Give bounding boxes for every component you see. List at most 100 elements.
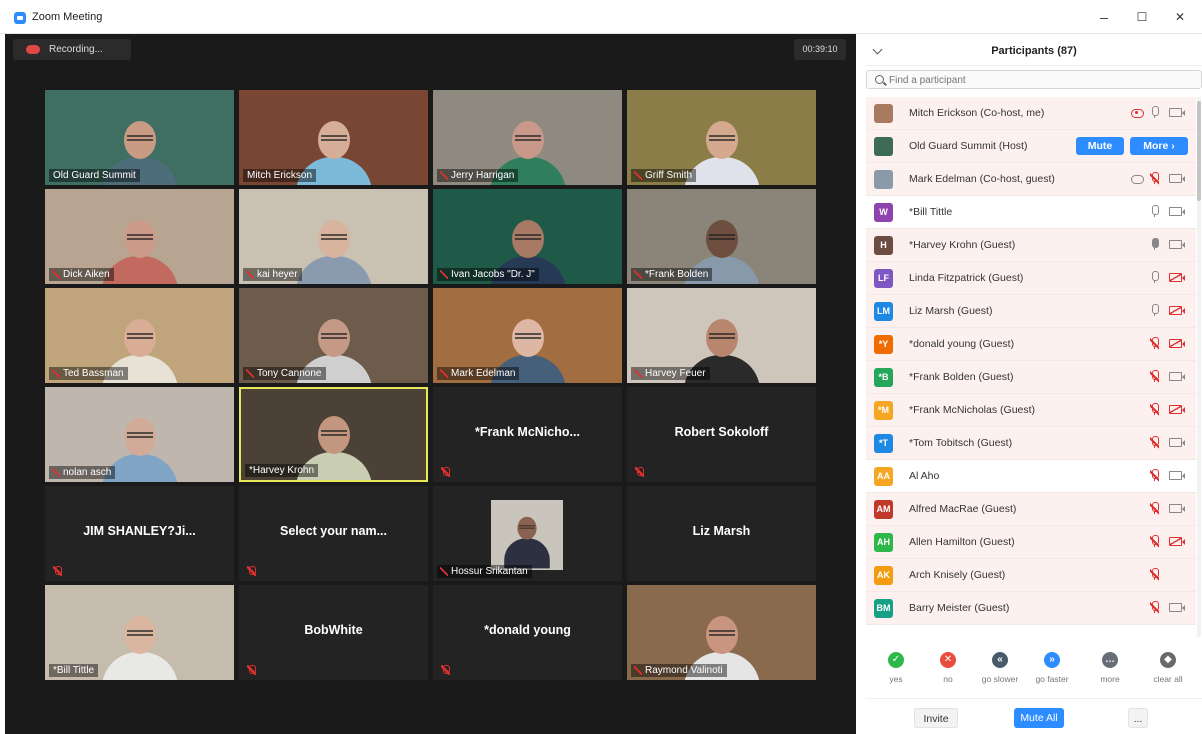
participant-body: [295, 256, 372, 284]
video-tile[interactable]: Raymond Valinoti: [627, 585, 816, 680]
reaction-no-button[interactable]: ✕ no: [922, 652, 974, 684]
recording-indicator[interactable]: Recording...: [13, 39, 131, 60]
video-tile[interactable]: *donald young: [433, 585, 622, 680]
video-tile[interactable]: Tony Cannone: [239, 288, 428, 383]
participant-row[interactable]: BM Barry Meister (Guest): [866, 592, 1196, 625]
glasses: [320, 430, 347, 436]
participant-row[interactable]: AK Arch Knisely (Guest): [866, 559, 1196, 592]
participant-name: Old Guard Summit (Host): [909, 140, 1028, 152]
reaction-yes-button[interactable]: ✓ yes: [870, 652, 922, 684]
mic-muted-icon: [1150, 502, 1159, 515]
tile-display-name: BobWhite: [304, 623, 363, 637]
participant-row[interactable]: AA Al Aho: [866, 460, 1196, 493]
participant-row[interactable]: Old Guard Summit (Host) Mute More ›: [866, 130, 1196, 163]
tile-name-label: Harvey Feuer: [631, 367, 710, 380]
scrollbar-thumb[interactable]: [1197, 101, 1201, 201]
participant-name: Linda Fitzpatrick (Guest): [909, 272, 1024, 284]
video-tile[interactable]: Old Guard Summit: [45, 90, 234, 185]
participant-name: *Frank Bolden (Guest): [909, 371, 1014, 383]
glasses: [514, 135, 541, 141]
participant-row[interactable]: H *Harvey Krohn (Guest): [866, 229, 1196, 262]
camera-off-icon: [1169, 273, 1185, 282]
video-tile[interactable]: nolan asch: [45, 387, 234, 482]
video-tile[interactable]: Mitch Erickson: [239, 90, 428, 185]
video-tile[interactable]: JIM SHANLEY?Ji...: [45, 486, 234, 581]
participant-list: Mitch Erickson (Co-host, me) Old Guard Su…: [866, 97, 1196, 637]
video-tile[interactable]: Ivan Jacobs "Dr. J": [433, 189, 622, 284]
video-tile[interactable]: Hossur Srikantan: [433, 486, 622, 581]
reaction-go-slower-button[interactable]: « go slower: [974, 652, 1026, 684]
participant-row[interactable]: *M *Frank McNicholas (Guest): [866, 394, 1196, 427]
avatar: [874, 170, 893, 189]
mic-muted-icon: [1150, 535, 1159, 548]
mic-muted-icon: [53, 566, 62, 576]
more-options-button[interactable]: ...: [1128, 708, 1148, 728]
participant-row[interactable]: *T *Tom Tobitsch (Guest): [866, 427, 1196, 460]
video-tile[interactable]: BobWhite: [239, 585, 428, 680]
mute-all-button[interactable]: Mute All: [1014, 708, 1064, 728]
camera-icon: [1169, 603, 1185, 612]
video-tile[interactable]: Liz Marsh: [627, 486, 816, 581]
participant-list-scrollbar[interactable]: [1197, 97, 1201, 637]
mute-participant-button[interactable]: Mute: [1076, 137, 1124, 155]
video-tile[interactable]: Ted Bassman: [45, 288, 234, 383]
participant-name: Mitch Erickson (Co-host, me): [909, 107, 1045, 119]
close-button[interactable]: ✕: [1163, 6, 1197, 28]
participant-row[interactable]: Mark Edelman (Co-host, guest): [866, 163, 1196, 196]
maximize-button[interactable]: ☐: [1125, 6, 1159, 28]
reaction-more-button[interactable]: … more: [1084, 652, 1136, 684]
video-tile[interactable]: kai heyer: [239, 189, 428, 284]
glasses: [126, 234, 153, 240]
tile-name-label: Mark Edelman: [437, 367, 520, 380]
title-bar: Zoom Meeting – ☐ ✕: [0, 0, 1202, 34]
participant-name: Arch Knisely (Guest): [909, 569, 1006, 581]
participant-name: *Bill Tittle: [909, 206, 953, 218]
mic-muted-icon: [1150, 370, 1159, 383]
search-input[interactable]: [889, 73, 1189, 87]
video-tile[interactable]: *Frank Bolden: [627, 189, 816, 284]
camera-icon: [1169, 207, 1185, 216]
video-tile[interactable]: Select your nam...: [239, 486, 428, 581]
reaction-icon: «: [992, 652, 1008, 668]
reaction-icon: ✕: [940, 652, 956, 668]
mic-muted-icon: [247, 665, 256, 675]
participant-name: *Frank McNicholas (Guest): [909, 404, 1036, 416]
video-tile[interactable]: Jerry Harrigan: [433, 90, 622, 185]
participant-row[interactable]: Mitch Erickson (Co-host, me): [866, 97, 1196, 130]
video-tile[interactable]: Harvey Feuer: [627, 288, 816, 383]
mic-muted-icon: [1150, 337, 1159, 350]
participant-row[interactable]: LM Liz Marsh (Guest): [866, 295, 1196, 328]
participant-row[interactable]: *B *Frank Bolden (Guest): [866, 361, 1196, 394]
reaction-clear-all-button[interactable]: ◆ clear all: [1142, 652, 1194, 684]
participant-row[interactable]: AM Alfred MacRae (Guest): [866, 493, 1196, 526]
mic-muted-icon: [1150, 436, 1159, 449]
video-tile[interactable]: *Harvey Krohn: [239, 387, 428, 482]
mic-muted-icon: [635, 467, 644, 477]
participant-row[interactable]: LF Linda Fitzpatrick (Guest): [866, 262, 1196, 295]
tile-display-name: Liz Marsh: [692, 524, 751, 538]
tile-name-label: *Harvey Krohn: [245, 464, 319, 477]
participant-row[interactable]: *Y *donald young (Guest): [866, 328, 1196, 361]
more-participant-button[interactable]: More ›: [1130, 137, 1188, 155]
invite-button[interactable]: Invite: [914, 708, 958, 728]
video-tile[interactable]: Mark Edelman: [433, 288, 622, 383]
glasses: [320, 333, 347, 339]
tile-name-label: Dick Aiken: [49, 268, 114, 281]
minimize-button[interactable]: –: [1087, 6, 1121, 28]
participant-row[interactable]: AH Allen Hamilton (Guest): [866, 526, 1196, 559]
video-tile[interactable]: *Bill Tittle: [45, 585, 234, 680]
participant-name: Mark Edelman (Co-host, guest): [909, 173, 1055, 185]
avatar: AK: [874, 566, 893, 585]
participant-row[interactable]: W *Bill Tittle: [866, 196, 1196, 229]
video-tile[interactable]: *Frank McNicho...: [433, 387, 622, 482]
video-tile[interactable]: Dick Aiken: [45, 189, 234, 284]
tile-name-label: *Bill Tittle: [49, 664, 99, 677]
video-tile[interactable]: Griff Smith: [627, 90, 816, 185]
video-tile[interactable]: Robert Sokoloff: [627, 387, 816, 482]
mic-muted-icon: [1150, 403, 1159, 416]
participant-search[interactable]: [866, 70, 1202, 89]
reaction-go-faster-button[interactable]: » go faster: [1026, 652, 1078, 684]
tile-name-label: Jerry Harrigan: [437, 169, 519, 182]
participants-panel: Participants (87) Mitch Erickson (Co-hos…: [866, 34, 1202, 734]
glasses: [514, 234, 541, 240]
